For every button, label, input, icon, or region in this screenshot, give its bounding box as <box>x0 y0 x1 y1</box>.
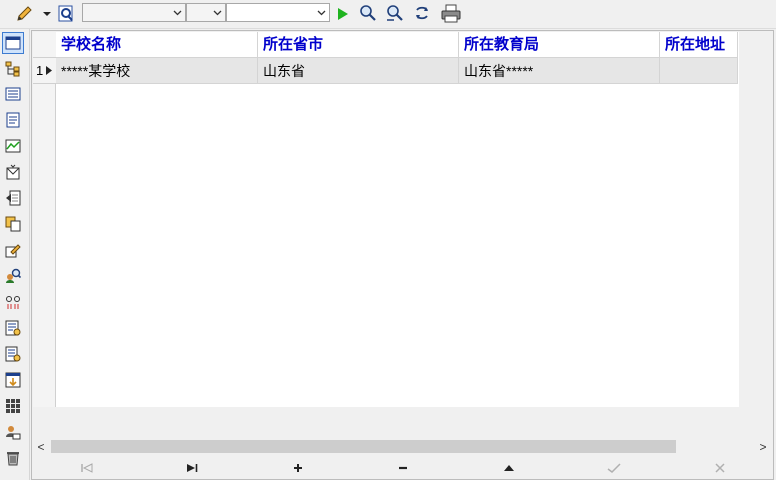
pencil-icon[interactable] <box>14 5 34 23</box>
last-record-icon[interactable] <box>183 459 201 476</box>
grid-body <box>33 32 739 407</box>
form-view-icon[interactable] <box>2 32 24 54</box>
column-header-education-bureau[interactable]: 所在教育局 <box>459 32 660 58</box>
filter-operator-combo[interactable] <box>186 3 226 22</box>
row-indicator-column <box>33 32 56 407</box>
run-icon[interactable] <box>335 5 351 23</box>
link-icon[interactable] <box>2 291 24 313</box>
copy-icon[interactable] <box>2 213 24 235</box>
document-icon[interactable] <box>2 109 24 131</box>
chevron-down-icon <box>210 4 225 21</box>
chevron-down-icon <box>170 4 185 21</box>
grid-icon[interactable] <box>2 395 24 417</box>
tree-view-icon[interactable] <box>2 58 24 80</box>
grid-corner <box>33 32 56 58</box>
cancel-record-icon[interactable] <box>711 459 729 476</box>
grid-side-strip <box>739 32 773 407</box>
edit-icon[interactable] <box>2 239 24 261</box>
cell-school-name[interactable]: *****某学校 <box>56 58 258 84</box>
cell-address[interactable] <box>660 58 738 84</box>
column-header-school-name[interactable]: 学校名称 <box>56 32 258 58</box>
settings-list-icon[interactable] <box>2 317 24 339</box>
cell-province[interactable]: 山东省 <box>258 58 459 84</box>
find-next-icon[interactable] <box>385 3 405 23</box>
sidebar <box>0 29 30 480</box>
filter-value-combo[interactable] <box>226 3 330 22</box>
cell-education-bureau[interactable]: 山东省***** <box>459 58 660 84</box>
mail-icon[interactable] <box>2 161 24 183</box>
search-doc-icon[interactable] <box>56 4 76 23</box>
chevron-down-icon <box>314 4 329 21</box>
user-settings-icon[interactable] <box>2 421 24 443</box>
post-record-icon[interactable] <box>605 459 623 476</box>
trash-icon[interactable] <box>2 447 24 469</box>
scrollbar-thumb[interactable] <box>51 440 676 453</box>
list-view-icon[interactable] <box>2 83 24 105</box>
first-record-icon[interactable] <box>78 459 96 476</box>
dropdown-arrow-icon[interactable] <box>42 9 52 19</box>
record-navigator <box>33 456 772 479</box>
scroll-left-button[interactable]: < <box>33 438 49 455</box>
row-number: 1 <box>36 62 44 78</box>
column-header-province[interactable]: 所在省市 <box>258 32 459 58</box>
insert-record-icon[interactable] <box>289 459 307 476</box>
column-header-address[interactable]: 所在地址 <box>660 32 738 58</box>
current-row-icon <box>46 66 53 75</box>
refresh-icon[interactable] <box>412 3 432 23</box>
export-icon[interactable] <box>2 187 24 209</box>
delete-record-icon[interactable] <box>394 459 412 476</box>
scroll-right-button[interactable]: > <box>755 438 771 455</box>
report-icon[interactable] <box>2 343 24 365</box>
filter-field-combo[interactable] <box>82 3 186 22</box>
chart-icon[interactable] <box>2 135 24 157</box>
import-icon[interactable] <box>2 369 24 391</box>
find-icon[interactable] <box>358 3 378 23</box>
row-indicator[interactable]: 1 <box>33 58 56 84</box>
toolbar <box>0 0 776 29</box>
user-search-icon[interactable] <box>2 265 24 287</box>
horizontal-scrollbar[interactable]: < > <box>33 438 772 455</box>
edit-record-icon[interactable] <box>500 459 518 476</box>
print-icon[interactable] <box>440 3 462 24</box>
data-grid: 学校名称 所在省市 所在教育局 所在地址 1 *****某学校 山东省 山东省*… <box>31 30 774 480</box>
